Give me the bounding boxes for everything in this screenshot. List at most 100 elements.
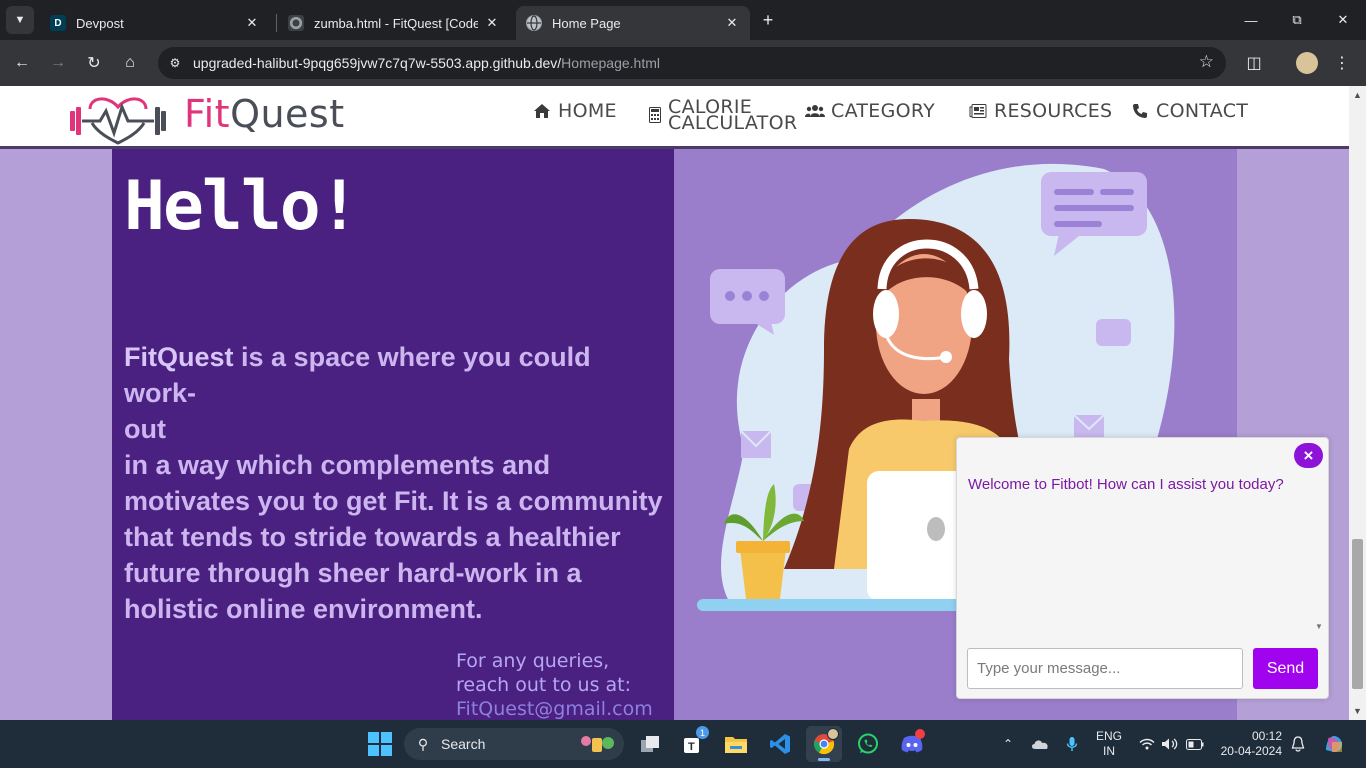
page-scrollbar[interactable]: ▲ ▼ [1349, 86, 1366, 720]
search-highlight-art-icon [581, 736, 614, 752]
windows-start-icon[interactable] [367, 731, 393, 757]
tab-codespace[interactable]: zumba.html - FitQuest [Codesp ✕ [278, 6, 510, 40]
profile-avatar[interactable] [1296, 52, 1318, 74]
logo-quest: Quest [230, 92, 345, 136]
onedrive-cloud-icon[interactable] [1028, 720, 1052, 768]
taskbar-search-box[interactable]: ⚲ Search [404, 728, 624, 760]
back-icon[interactable]: ← [10, 51, 34, 75]
svg-text:T: T [688, 741, 695, 753]
tab-search-button[interactable]: ▼ [6, 6, 34, 34]
browser-toolbar: ← → ↻ ⌂ ⚙ upgraded-halibut-9pqg659jvw7c7… [0, 40, 1366, 86]
site-navbar: FitQuest HOME CALORIE CALCULATOR CATEGORY… [0, 86, 1349, 149]
chat-welcome-message: Welcome to Fitbot! How can I assist you … [968, 476, 1284, 493]
phone-icon [1130, 101, 1150, 121]
reload-icon[interactable]: ↻ [82, 51, 106, 75]
input-language-indicator[interactable]: ENG IN [1094, 729, 1124, 759]
system-clock[interactable]: 00:12 20-04-2024 [1216, 729, 1282, 759]
teams-notification-badge: 1 [696, 726, 709, 739]
show-hidden-icons-chevron-icon[interactable]: ⌃ [998, 720, 1018, 768]
bookmark-star-icon[interactable]: ☆ [1199, 52, 1214, 72]
taskbar-teams[interactable]: T 1 [676, 726, 712, 762]
home-icon [532, 101, 552, 121]
address-bar[interactable]: ⚙ upgraded-halibut-9pqg659jvw7c7q7w-5503… [158, 47, 1226, 79]
scroll-down-icon[interactable]: ▼ [1353, 706, 1362, 716]
notification-bell-icon[interactable] [1288, 720, 1308, 768]
logo-fit: Fit [184, 92, 231, 136]
volume-icon[interactable] [1160, 720, 1180, 768]
forward-icon[interactable]: → [46, 51, 70, 75]
chat-message-log[interactable]: Welcome to Fitbot! How can I assist you … [957, 438, 1312, 636]
language-code: ENG [1095, 729, 1122, 743]
site-logo-text[interactable]: FitQuest [184, 92, 345, 136]
hero-text-panel: Hello! FitQuest is a space where you cou… [112, 149, 674, 720]
restore-icon[interactable]: ⧉ [1282, 8, 1312, 32]
search-icon: ⚲ [417, 735, 429, 752]
chat-send-button[interactable]: Send [1253, 648, 1318, 689]
scrollbar-thumb[interactable] [1352, 539, 1363, 689]
close-icon[interactable]: ✕ [244, 15, 260, 31]
copilot-icon[interactable] [1318, 720, 1350, 768]
scroll-up-icon[interactable]: ▲ [1353, 90, 1362, 100]
url-text[interactable]: upgraded-halibut-9pqg659jvw7c7q7w-5503.a… [193, 55, 660, 71]
wifi-icon[interactable] [1138, 720, 1156, 768]
devpost-favicon-icon: D [50, 15, 66, 31]
tab-home-page[interactable]: Home Page ✕ [516, 6, 750, 40]
discord-notification-dot [915, 729, 925, 739]
chat-scroll-down-icon[interactable]: ▼ [1315, 622, 1323, 631]
github-favicon-icon [288, 15, 304, 31]
url-path: Homepage.html [561, 55, 660, 71]
taskbar-discord[interactable] [894, 726, 930, 762]
url-host: upgraded-halibut-9pqg659jvw7c7q7w-5503.a… [193, 55, 562, 71]
heartbeat-dumbbell-logo-icon[interactable] [68, 91, 168, 147]
site-info-icon[interactable]: ⚙ [166, 54, 184, 72]
new-tab-button[interactable]: + [758, 10, 778, 30]
nav-calorie-label-line2: CALCULATOR [668, 112, 798, 134]
taskbar-chrome[interactable] [806, 726, 842, 762]
hero-description: FitQuest is a space where you could work… [124, 339, 669, 627]
hero-body: in a way which complements and motivates… [124, 450, 663, 624]
nav-calorie-calculator[interactable]: CALORIE CALCULATOR [648, 98, 798, 134]
contact-line2: reach out to us at: [456, 674, 631, 696]
taskbar-task-view[interactable] [632, 726, 668, 762]
nav-calorie-label: CALORIE CALCULATOR [668, 98, 798, 134]
close-window-icon[interactable]: ✕ [1328, 8, 1358, 32]
windows-taskbar: ⚲ Search T 1 ⌃ ENG IN 00:12 20-04-2024 [0, 720, 1366, 768]
nav-resources-label: RESOURCES [994, 100, 1113, 122]
tab-divider [276, 14, 277, 32]
tab-devpost[interactable]: D Devpost ✕ [40, 6, 270, 40]
taskbar-whatsapp[interactable] [850, 726, 886, 762]
taskbar-file-explorer[interactable] [718, 726, 754, 762]
taskbar-vscode[interactable] [762, 726, 798, 762]
globe-icon [526, 15, 542, 31]
tab-title: zumba.html - FitQuest [Codesp [314, 15, 478, 31]
nav-home[interactable]: HOME [532, 101, 617, 121]
hero-line2: out [124, 414, 166, 444]
hero-title: Hello! [124, 167, 360, 246]
tab-title: Home Page [552, 15, 621, 31]
nav-resources[interactable]: RESOURCES [968, 101, 1112, 121]
minimize-icon[interactable]: — [1236, 8, 1266, 32]
taskbar-search-label: Search [441, 736, 486, 752]
close-icon[interactable]: ✕ [484, 15, 500, 31]
nav-contact[interactable]: CONTACT [1130, 101, 1248, 121]
home-icon[interactable]: ⌂ [118, 51, 142, 75]
chat-close-button[interactable]: × [1294, 443, 1323, 468]
region-code: IN [1103, 744, 1115, 758]
tab-title: Devpost [76, 15, 124, 31]
contact-email-link[interactable]: FitQuest@gmail.com [456, 697, 653, 720]
nav-category[interactable]: CATEGORY [805, 101, 935, 121]
battery-icon[interactable] [1184, 720, 1206, 768]
browser-tab-strip: ▼ D Devpost ✕ zumba.html - FitQuest [Cod… [0, 0, 1366, 40]
task-view-icon [641, 736, 659, 752]
clock-date: 20-04-2024 [1220, 744, 1282, 758]
chevron-down-icon: ▼ [14, 14, 26, 26]
close-icon[interactable]: ✕ [724, 15, 740, 31]
extensions-icon[interactable]: ◫ [1242, 51, 1266, 75]
users-icon [805, 101, 825, 121]
clock-time: 00:12 [1251, 729, 1282, 743]
calculator-icon [648, 105, 662, 125]
chat-message-input[interactable] [967, 648, 1243, 689]
microphone-icon[interactable] [1062, 720, 1082, 768]
menu-kebab-icon[interactable]: ⋮ [1330, 51, 1354, 75]
page-viewport: Hello! FitQuest is a space where you cou… [0, 86, 1366, 720]
